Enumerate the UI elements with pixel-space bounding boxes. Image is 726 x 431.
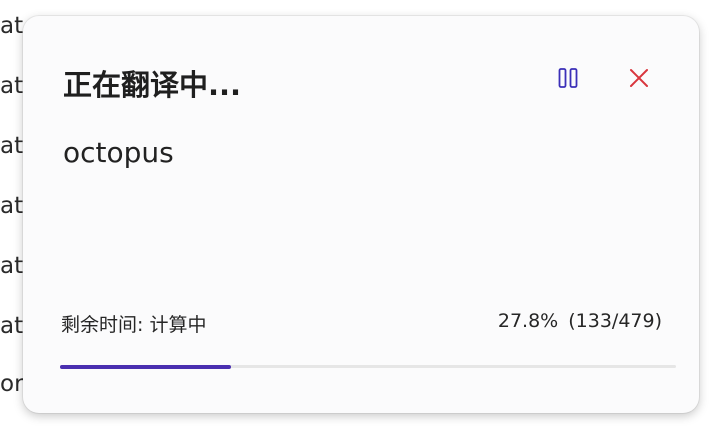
progress-fill: [60, 364, 232, 369]
background-row: at: [0, 13, 24, 39]
dialog-title: 正在翻译中...: [63, 68, 242, 102]
background-row: or: [0, 371, 24, 397]
progress-count: (133/479): [568, 310, 662, 332]
current-word: octopus: [63, 136, 174, 169]
remaining-time-label: 剩余时间: 计算中: [61, 314, 207, 336]
translation-progress-dialog: 正在翻译中... octopus 剩余时间: 计算中 27.8% (133/479…: [23, 16, 699, 413]
close-icon: [630, 69, 648, 87]
progress-track: [60, 364, 676, 369]
background-row: at: [0, 133, 24, 159]
pause-icon: [558, 68, 578, 88]
background-row: at: [0, 313, 24, 339]
background-row: at: [0, 253, 24, 279]
close-button[interactable]: [622, 61, 656, 95]
background-row: at: [0, 193, 24, 219]
progress-readout: 27.8% (133/479): [498, 310, 662, 332]
background-row: at: [0, 73, 24, 99]
pause-button[interactable]: [551, 61, 585, 95]
progress-percent: 27.8%: [497, 310, 559, 332]
